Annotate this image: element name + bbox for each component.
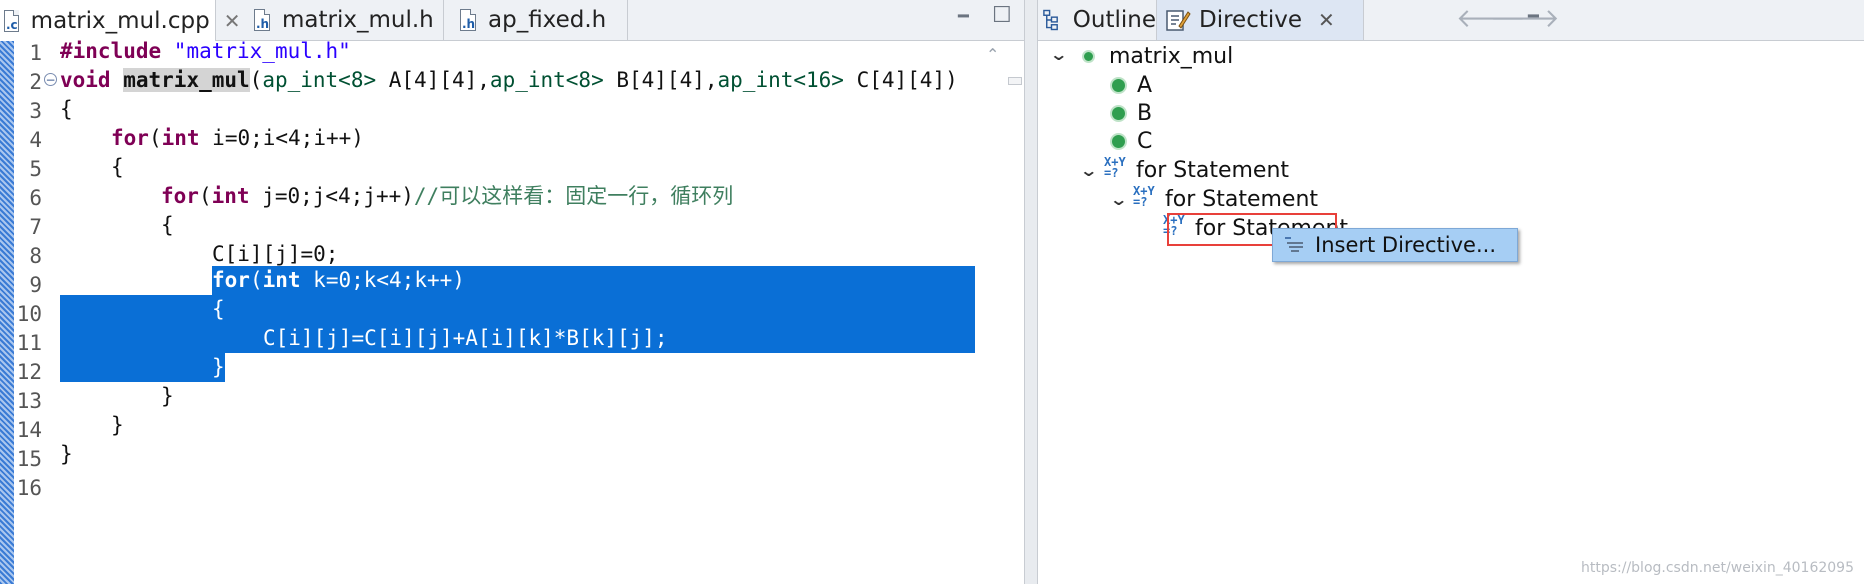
line-number: 8 (29, 244, 42, 268)
code-line-4: for(int i=0;i<4;i++) (111, 126, 364, 150)
line-number: 9 (29, 273, 42, 297)
tree-item-arg-a[interactable]: A (1110, 71, 1152, 99)
line-number: 12 (16, 360, 42, 384)
code-line-3: { (60, 97, 73, 121)
line-number: 14 (16, 418, 42, 442)
tree-item-arg-b[interactable]: B (1110, 99, 1152, 127)
outline-icon (1043, 9, 1058, 31)
insert-directive-icon (1285, 237, 1303, 252)
line-number: 3 (29, 99, 42, 123)
directive-icon (1166, 10, 1191, 31)
selection-highlight (60, 353, 225, 382)
scroll-up-icon[interactable]: ⌃ (986, 45, 999, 64)
collapse-icon[interactable]: − (44, 73, 57, 86)
code-comment: //可以这样看：固定一行，循环列 (413, 184, 734, 208)
variable-icon (1110, 76, 1127, 94)
code-line-10: { (212, 297, 225, 321)
code-line-6: for(int j=0;j<4;j++)//可以这样看：固定一行，循环列 (161, 184, 734, 208)
maximize-icon[interactable]: ☐ (992, 3, 1012, 28)
code-line-13: } (161, 384, 174, 408)
line-number: 11 (16, 331, 42, 355)
tree-item-loop-i[interactable]: X+Y =? for Statement (1104, 156, 1289, 184)
tab-label: ap_fixed.h (488, 7, 607, 33)
tab-label: Directive (1199, 7, 1303, 33)
tree-item-matrix-mul[interactable]: matrix_mul (1082, 42, 1233, 70)
h-file-icon: .h (254, 9, 270, 31)
code-line-12: } (212, 355, 225, 379)
line-number-ruler: 1 2 − 3 4 5 6 7 8 9 10 11 12 13 14 15 16 (14, 41, 58, 584)
tab-directive[interactable]: Directive ✕ (1156, 0, 1364, 40)
overview-ruler-mark (1008, 77, 1022, 85)
tab-label: matrix_mul.cpp (30, 7, 210, 34)
chevron-down-icon[interactable]: ⌄ (1079, 161, 1098, 180)
change-gutter (0, 41, 14, 584)
chevron-down-icon[interactable]: ⌄ (1049, 45, 1068, 64)
code-line-15: } (60, 442, 73, 466)
code-editor[interactable]: #include "matrix_mul.h" void matrix_mul(… (60, 39, 975, 584)
code-line-5: { (111, 155, 124, 179)
tab-label: Outline (1072, 7, 1156, 33)
chevron-down-icon[interactable]: ⌄ (1109, 190, 1128, 209)
tree-item-arg-c[interactable]: C (1110, 127, 1152, 155)
tab-matrix-mul-cpp[interactable]: .c matrix_mul.cpp ✕ (0, 0, 240, 41)
close-icon[interactable]: ✕ (1318, 8, 1335, 32)
variable-icon (1110, 132, 1127, 150)
tab-ap-fixed-h[interactable]: .h ap_fixed.h (444, 0, 628, 40)
context-menu: Insert Directive... (1272, 228, 1518, 262)
code-line-9: for(int k=0;k<4;k++) (212, 268, 465, 292)
watermark: https://blog.csdn.net/weixin_40162095 (1580, 560, 1854, 576)
line-number: 16 (16, 476, 42, 500)
function-icon (1082, 49, 1095, 63)
code-line-8: C[i][j]=0; (212, 242, 339, 266)
code-line-2: void matrix_mul(ap_int<8> A[4][4],ap_int… (60, 68, 958, 92)
menu-item-insert-directive[interactable]: Insert Directive... (1315, 233, 1496, 257)
minimize-icon[interactable]: ━ (1528, 6, 1539, 27)
loop-expression-icon: X+Y =? (1104, 155, 1126, 180)
line-number: 4 (29, 128, 42, 152)
forward-arrow-icon[interactable]: 🡒 (1490, 3, 1560, 34)
code-line-14: } (111, 413, 124, 437)
directive-tree: ⌄ matrix_mul A B C ⌄ X+Y =? for Statement… (1040, 41, 1864, 584)
code-line-7: { (161, 213, 174, 237)
code-line-11: C[i][j]=C[i][j]+A[i][k]*B[k][j]; (263, 326, 668, 350)
pane-splitter[interactable] (1024, 0, 1038, 584)
line-number: 15 (16, 447, 42, 471)
line-number: 7 (29, 215, 42, 239)
c-file-icon: .c (4, 9, 19, 32)
loop-expression-icon: X+Y =? (1133, 184, 1155, 209)
variable-icon (1110, 104, 1127, 122)
code-line-1: #include "matrix_mul.h" (60, 39, 351, 63)
panel-tab-bar: Outline Directive ✕ 🡐 🡒 ━ (1038, 0, 1864, 41)
line-number: 13 (16, 389, 42, 413)
line-number: 1 (29, 41, 42, 65)
line-number: 6 (29, 186, 42, 210)
h-file-icon: .h (460, 9, 476, 31)
editor-scrollbar[interactable]: ⌃ (978, 41, 1024, 584)
function-name: matrix_mul (123, 68, 250, 92)
tab-matrix-mul-h[interactable]: .h matrix_mul.h (216, 0, 444, 40)
line-number: 5 (29, 157, 42, 181)
tab-outline[interactable]: Outline (1042, 0, 1156, 40)
minimize-icon[interactable]: ━ (958, 6, 969, 27)
tab-label: matrix_mul.h (282, 7, 434, 33)
line-number: 2 (29, 70, 42, 94)
tree-item-loop-j[interactable]: X+Y =? for Statement (1133, 185, 1318, 213)
line-number: 10 (16, 302, 42, 326)
